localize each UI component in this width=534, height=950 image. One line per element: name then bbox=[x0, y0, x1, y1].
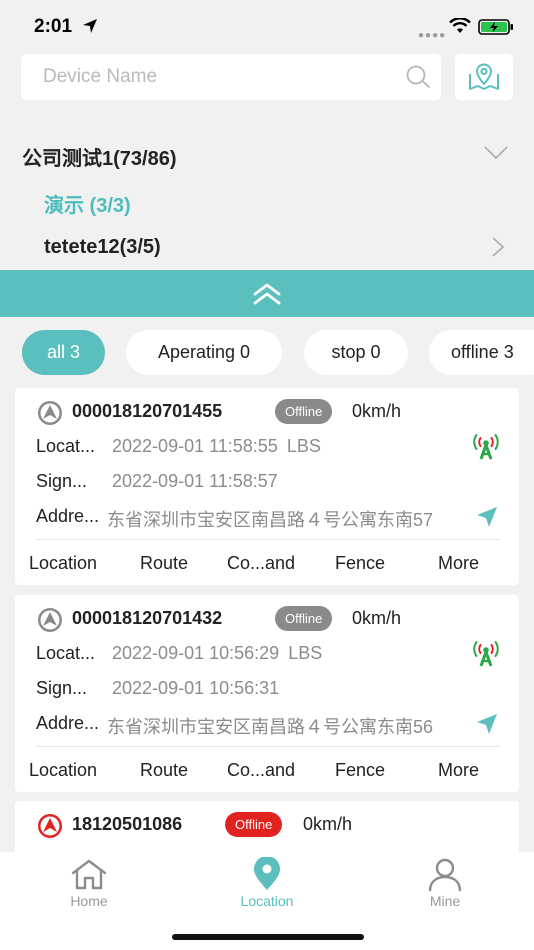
command-action[interactable]: Co...and bbox=[227, 553, 295, 574]
signal-time: 2022-09-01 11:58:57 bbox=[112, 471, 278, 491]
status-badge: Offline bbox=[275, 399, 333, 424]
home-indicator bbox=[172, 934, 364, 940]
device-speed: 0km/h bbox=[303, 814, 353, 834]
filter-operating[interactable]: Aperating 0 bbox=[126, 330, 282, 375]
address-label: Addre... bbox=[36, 713, 100, 733]
collapse-bar[interactable] bbox=[0, 270, 534, 317]
more-action[interactable]: More bbox=[438, 553, 479, 574]
device-direction-icon bbox=[38, 814, 62, 838]
device-direction-icon bbox=[38, 401, 62, 425]
more-action[interactable]: More bbox=[438, 760, 479, 781]
navigate-icon[interactable] bbox=[476, 713, 498, 735]
search-icon[interactable] bbox=[405, 65, 431, 89]
filter-all[interactable]: all 3 bbox=[22, 330, 105, 375]
user-icon bbox=[428, 858, 462, 892]
tab-location-label: Location bbox=[240, 893, 294, 909]
chevron-down-icon[interactable] bbox=[484, 146, 508, 160]
tab-mine[interactable]: Mine bbox=[356, 852, 534, 922]
location-type: LBS bbox=[286, 436, 321, 456]
signal-label: Sign... bbox=[36, 471, 88, 491]
divider bbox=[36, 746, 500, 747]
tab-location[interactable]: Location bbox=[178, 852, 356, 922]
signal-time: 2022-09-01 10:56:31 bbox=[112, 678, 280, 698]
group-row[interactable]: 公司测试1(73/86) bbox=[22, 142, 512, 170]
divider bbox=[36, 539, 500, 540]
status-badge: Offline bbox=[275, 606, 333, 631]
sub-group-demo[interactable]: 演示 (3/3) bbox=[44, 189, 131, 218]
signal-tower-icon bbox=[473, 434, 499, 460]
address-row: Addre... bbox=[36, 506, 99, 527]
location-arrow-icon bbox=[83, 19, 97, 33]
group-name: 公司测试1(73/86) bbox=[22, 148, 177, 170]
address-value: 东省深圳市宝安区南昌路４号公寓东南56 bbox=[107, 717, 434, 737]
device-direction-icon bbox=[38, 608, 62, 632]
status-bar: 2:01 ●●●● bbox=[0, 0, 534, 54]
location-time: 2022-09-01 11:58:55 bbox=[112, 436, 278, 456]
location-row: Locat... 2022-09-01 10:56:29 LBS bbox=[36, 643, 322, 664]
address-label: Addre... bbox=[36, 506, 100, 526]
location-type: LBS bbox=[288, 643, 323, 663]
action-row: Location Route Co...and Fence More bbox=[15, 760, 519, 790]
home-icon bbox=[71, 859, 107, 890]
chevron-right-icon[interactable] bbox=[491, 236, 505, 258]
fence-action[interactable]: Fence bbox=[335, 553, 385, 574]
device-speed: 0km/h bbox=[352, 401, 402, 421]
device-id: 18120501086 bbox=[72, 814, 183, 834]
device-card[interactable]: 000018120701455 Offline 0km/h Locat... 2… bbox=[15, 388, 519, 585]
route-action[interactable]: Route bbox=[140, 760, 188, 781]
device-id: 000018120701455 bbox=[72, 401, 223, 421]
route-action[interactable]: Route bbox=[140, 553, 188, 574]
fence-action[interactable]: Fence bbox=[335, 760, 385, 781]
navigate-icon[interactable] bbox=[476, 506, 498, 528]
location-row: Locat... 2022-09-01 11:58:55 LBS bbox=[36, 436, 321, 457]
location-label: Locat... bbox=[36, 643, 96, 663]
signal-tower-icon bbox=[473, 641, 499, 667]
device-card[interactable]: 000018120701432 Offline 0km/h Locat... 2… bbox=[15, 595, 519, 792]
address-value: 东省深圳市宝安区南昌路４号公寓东南57 bbox=[107, 510, 434, 530]
cellular-signal-icon: ●●●● bbox=[418, 30, 447, 41]
signal-row: Sign... 2022-09-01 10:56:31 bbox=[36, 678, 279, 699]
wifi-icon bbox=[449, 18, 471, 33]
signal-label: Sign... bbox=[36, 678, 88, 698]
filter-offline[interactable]: offline 3 bbox=[429, 330, 534, 375]
action-row: Location Route Co...and Fence More bbox=[15, 553, 519, 583]
search-box bbox=[21, 54, 441, 100]
status-badge: Offline bbox=[225, 812, 283, 837]
tab-mine-label: Mine bbox=[429, 893, 461, 909]
command-action[interactable]: Co...and bbox=[227, 760, 295, 781]
location-action[interactable]: Location bbox=[29, 553, 97, 574]
tab-home-label: Home bbox=[70, 893, 108, 909]
device-search-input[interactable] bbox=[21, 54, 401, 100]
double-chevron-up-icon bbox=[253, 283, 281, 304]
map-view-button[interactable] bbox=[455, 54, 513, 100]
device-speed: 0km/h bbox=[352, 608, 402, 628]
map-location-icon bbox=[469, 63, 499, 90]
signal-row: Sign... 2022-09-01 11:58:57 bbox=[36, 471, 278, 492]
status-time: 2:01 bbox=[34, 16, 73, 37]
device-id: 000018120701432 bbox=[72, 608, 223, 628]
filter-stop[interactable]: stop 0 bbox=[304, 330, 408, 375]
location-time: 2022-09-01 10:56:29 bbox=[112, 643, 280, 663]
location-pin-icon bbox=[254, 857, 280, 890]
tab-home[interactable]: Home bbox=[0, 852, 178, 922]
address-row: Addre... bbox=[36, 713, 99, 734]
location-label: Locat... bbox=[36, 436, 96, 456]
battery-charging-icon bbox=[478, 19, 513, 35]
sub-group-tetete12[interactable]: tetete12(3/5) bbox=[44, 236, 161, 259]
location-action[interactable]: Location bbox=[29, 760, 97, 781]
